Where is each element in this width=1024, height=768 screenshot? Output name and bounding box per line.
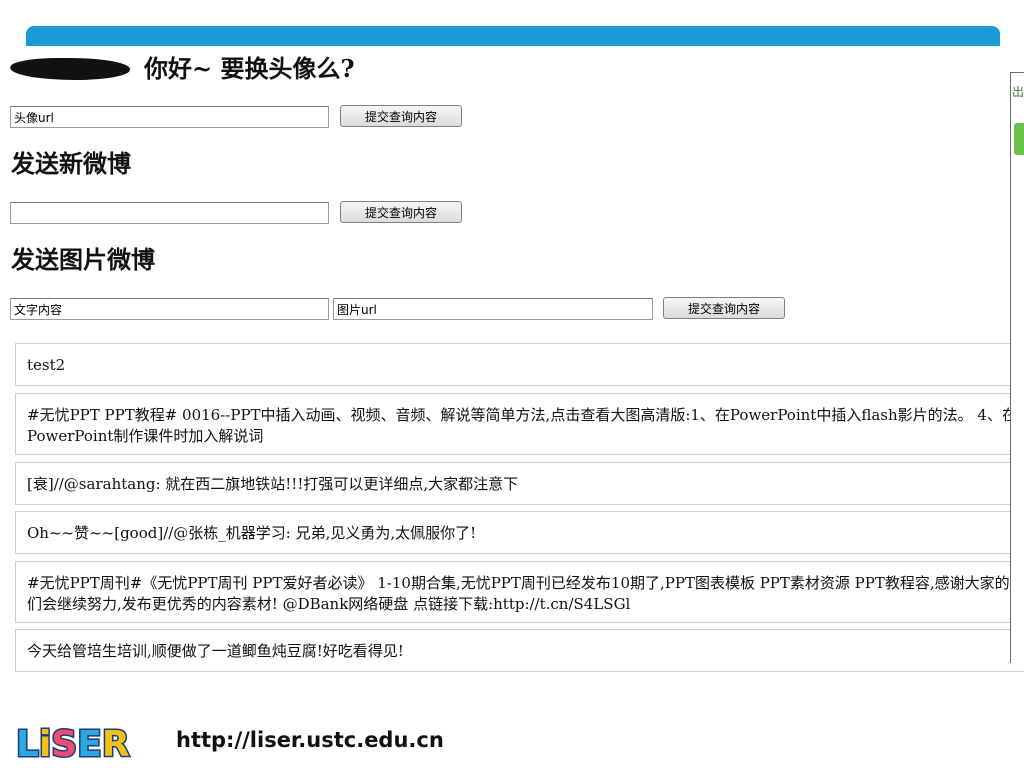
feed-item: #无忧PPT周刊#《无忧PPT周刊 PPT爱好者必读》 1-10期合集,无忧PP… bbox=[15, 561, 1024, 623]
feed-item: Oh~~赞~~[good]//@张栋_机器学习: 兄弟,见义勇为,太佩服你了! bbox=[15, 511, 1024, 554]
new-weibo-submit-button[interactable]: 提交查询内容 bbox=[340, 201, 462, 223]
image-weibo-title: 发送图片微博 bbox=[11, 245, 155, 274]
footer-url[interactable]: http://liser.ustc.edu.cn bbox=[176, 728, 444, 752]
feed-item: #无忧PPT PPT教程# 0016--PPT中插入动画、视频、音频、解说等简单… bbox=[15, 393, 1024, 455]
feed-item: [衰]//@sarahtang: 就在西二旗地铁站!!!打强可以更详细点,大家都… bbox=[15, 462, 1024, 505]
feed-item-text: test2 bbox=[27, 356, 66, 374]
feed-item: 今天给管培生培训,顺便做了一道鲫鱼炖豆腐!好吃看得见! bbox=[15, 629, 1024, 672]
feed-item-text: Oh~~赞~~[good]//@张栋_机器学习: 兄弟,见义勇为,太佩服你了! bbox=[27, 524, 477, 542]
top-banner bbox=[26, 26, 1000, 46]
image-weibo-submit-button[interactable]: 提交查询内容 bbox=[663, 297, 785, 319]
greeting-title: 你好~ 要换头像么? bbox=[144, 54, 355, 83]
redacted-username bbox=[7, 58, 133, 80]
feed-item-text: 今天给管培生培训,顺便做了一道鲫鱼炖豆腐!好吃看得见! bbox=[27, 642, 404, 660]
side-panel-green-tab[interactable] bbox=[1014, 123, 1024, 155]
side-panel: 出 bbox=[1010, 72, 1024, 663]
feed-item-text: #无忧PPT PPT教程# 0016--PPT中插入动画、视频、音频、解说等简单… bbox=[27, 406, 1024, 445]
feed-item-text: [衰]//@sarahtang: 就在西二旗地铁站!!!打强可以更详细点,大家都… bbox=[27, 475, 519, 493]
image-weibo-text-input[interactable] bbox=[10, 298, 329, 320]
feed-item-text: #无忧PPT周刊#《无忧PPT周刊 PPT爱好者必读》 1-10期合集,无忧PP… bbox=[27, 574, 1024, 613]
image-weibo-url-input[interactable] bbox=[333, 298, 653, 320]
side-panel-label: 出 bbox=[1012, 85, 1024, 99]
avatar-url-input[interactable] bbox=[10, 106, 329, 128]
avatar-submit-button[interactable]: 提交查询内容 bbox=[340, 105, 462, 127]
svg-text:LiSER: LiSER bbox=[16, 724, 130, 762]
feed-item: test2 bbox=[15, 343, 1024, 386]
liser-logo: LiSER bbox=[15, 723, 132, 763]
new-weibo-input[interactable] bbox=[10, 202, 329, 224]
new-weibo-title: 发送新微博 bbox=[11, 149, 131, 178]
